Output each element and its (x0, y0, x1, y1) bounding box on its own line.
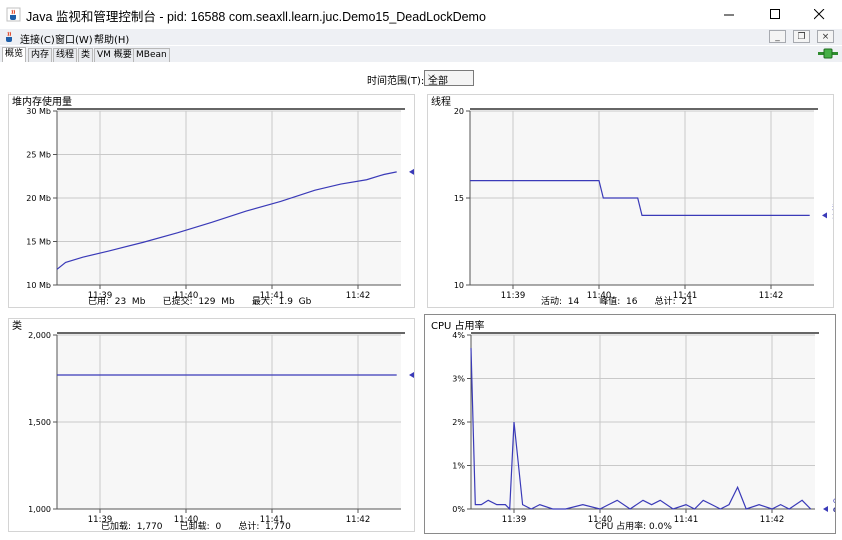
minimize-icon: _ (775, 32, 780, 42)
y-tick-label: 25 Mb (26, 151, 51, 160)
legend-marker (409, 372, 414, 379)
legend-value: 14 (832, 212, 833, 220)
panel-title: 堆内存使用量 (12, 97, 72, 108)
time-range-label: 时间范围(T): (367, 76, 425, 87)
panel-title: 类 (12, 321, 22, 332)
legend-name: 活动线程 (832, 202, 833, 211)
time-range-select[interactable]: 全部 ⌵ (424, 70, 474, 87)
tab-memory[interactable]: 内存 (28, 48, 53, 62)
menu-window[interactable]: 窗口(W) (55, 31, 93, 46)
close-icon: × (821, 32, 830, 42)
tab-threads[interactable]: 线程 (53, 48, 78, 62)
inner-minimize-button[interactable]: _ (769, 30, 786, 43)
y-tick-label: 1,000 (28, 505, 51, 514)
panel-title: CPU 占用率 (431, 321, 485, 332)
cpu-usage-panel[interactable]: CPU 占用率 0% 1% 2% 3% 4% 11:39 11:40 11:41 11:42 CP… (424, 314, 842, 534)
legend-marker (409, 168, 414, 175)
y-tick-label: 3% (452, 375, 465, 384)
y-tick-label: 15 Mb (26, 238, 51, 247)
tab-classes[interactable]: 类 (78, 48, 94, 62)
cpu-stats: CPU 占用率: 0.0% (595, 522, 672, 532)
x-tick-label: 11:42 (759, 291, 784, 301)
minimize-icon (723, 14, 734, 16)
y-tick-label: 4% (452, 331, 465, 340)
tab-bar: 概览 内存 线程 类 VM 概要 MBean (0, 46, 842, 63)
heap-memory-panel[interactable]: 堆内存使用量 10 Mb 15 Mb 20 Mb 25 Mb 30 Mb 11:39 11:… (8, 94, 461, 308)
legend-marker (823, 506, 828, 512)
x-tick-label: 11:39 (501, 291, 526, 301)
restore-icon: ❐ (797, 32, 806, 42)
y-tick-label: 30 Mb (26, 107, 51, 116)
chevron-down-icon: ⌵ (428, 71, 435, 81)
inner-restore-button[interactable]: ❐ (793, 30, 810, 43)
classes-chart: 1,0001,5002,00011:3911:4011:4111:42已加载1,… (28, 331, 440, 525)
java-cup-icon (6, 31, 12, 42)
threads-panel[interactable]: 线程 10152011:3911:4011:4111:42活动线程14 活动: … (427, 94, 842, 308)
menu-help[interactable]: 帮助(H) (94, 31, 129, 46)
x-tick-label: 11:42 (760, 515, 785, 525)
menu-connection[interactable]: 连接(C) (20, 31, 55, 46)
x-tick-label: 11:42 (346, 291, 371, 301)
maximize-button[interactable] (752, 0, 798, 29)
y-tick-label: 1,500 (28, 418, 51, 427)
connection-icon[interactable] (818, 48, 838, 59)
y-tick-label: 0% (452, 505, 465, 514)
y-tick-label: 15 (454, 194, 464, 203)
y-tick-label: 20 (454, 107, 464, 116)
y-tick-label: 20 Mb (26, 194, 51, 203)
y-tick-label: 1% (452, 462, 465, 471)
y-tick-label: 10 (454, 281, 464, 290)
close-icon (813, 9, 824, 20)
heap-stats: 已用: 23 Mb 已提交: 129 Mb 最大: 1.9 Gb (88, 297, 312, 307)
legend-marker (822, 212, 827, 219)
maximize-icon (769, 9, 780, 19)
inner-close-button[interactable]: × (817, 30, 834, 43)
threads-chart: 10152011:3911:4011:4111:42活动线程14 (454, 107, 842, 301)
minimize-button[interactable] (706, 0, 752, 29)
menu-bar: 连接(C) 窗口(W) 帮助(H) _ ❐ × (0, 29, 842, 46)
y-tick-label: 10 Mb (26, 281, 51, 290)
title-bar: Java 监视和管理控制台 - pid: 16588 com.seaxll.le… (0, 0, 842, 30)
window-title: Java 监视和管理控制台 - pid: 16588 com.seaxll.le… (26, 10, 486, 24)
x-tick-label: 11:39 (502, 515, 527, 525)
panel-title: 线程 (431, 97, 451, 108)
classes-panel[interactable]: 类 1,000 1,500 2,000 11:39 11:40 11:41 11:42 已加载… (8, 318, 440, 532)
cpu-usage-chart: 0%1%2%3%4%11:3911:4011:4111:42CPU 占用率0.0… (452, 331, 842, 525)
classes-stats: 已加载: 1,770 已卸载: 0 总计: 1,770 (101, 522, 291, 532)
legend-name: CPU 占用率 (833, 496, 835, 505)
heap-memory-chart: 10 Mb15 Mb20 Mb25 Mb30 Mb11:39 11:40 11:41… (26, 107, 460, 301)
y-tick-label: 2,000 (28, 331, 51, 340)
threads-stats: 活动: 14 峰值: 16 总计: 21 (541, 297, 693, 307)
java-cup-icon (6, 7, 21, 22)
tab-mbean[interactable]: MBean (133, 48, 170, 62)
close-button[interactable] (796, 0, 842, 29)
legend-value: 0.0% (833, 506, 835, 514)
x-tick-label: 11:41 (674, 515, 699, 525)
tab-vm-summary[interactable]: VM 概要 (94, 48, 135, 62)
x-tick-label: 11:42 (346, 515, 371, 525)
tab-overview[interactable]: 概览 (2, 47, 27, 63)
y-tick-label: 2% (452, 418, 465, 427)
